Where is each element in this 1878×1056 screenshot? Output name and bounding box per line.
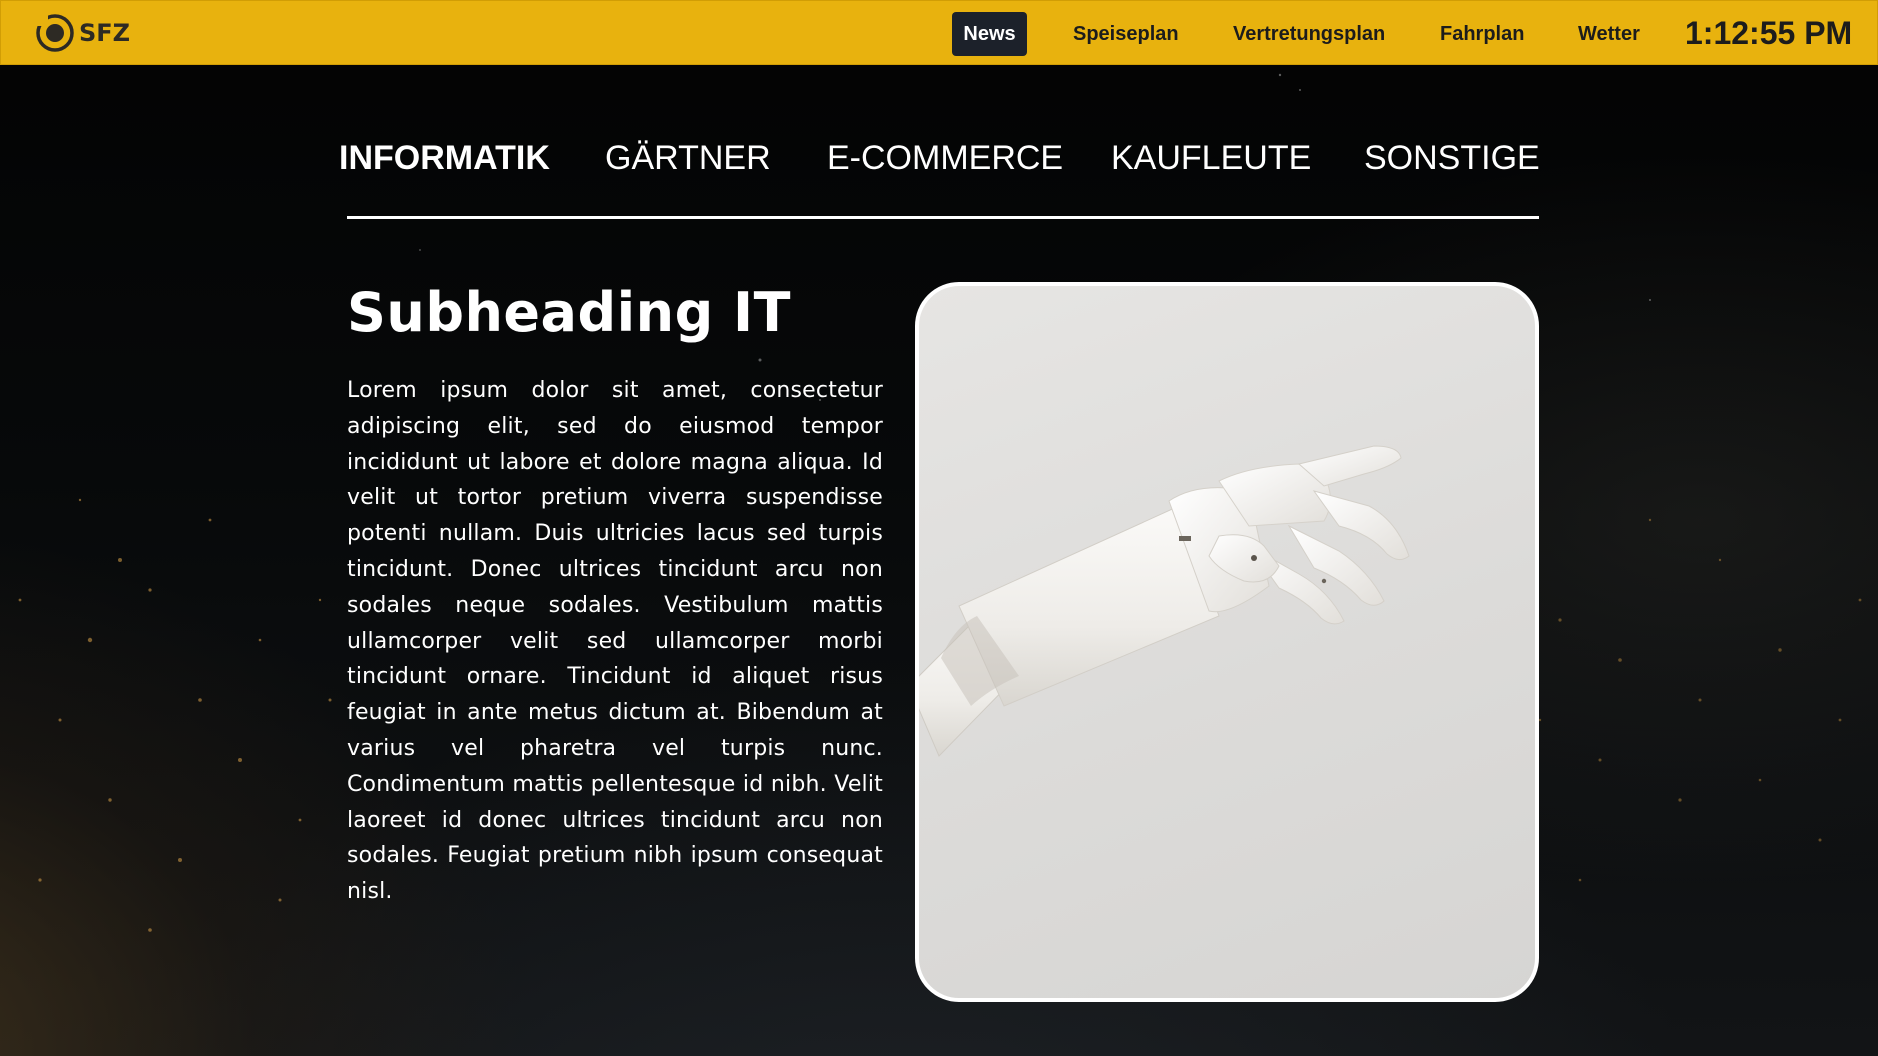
tab-kaufleute[interactable]: KAUFLEUTE [1111, 136, 1311, 180]
logo-text: SFZ [79, 19, 131, 47]
subheading: Subheading IT [347, 281, 791, 344]
body-text: Lorem ipsum dolor sit amet, consectetur … [347, 378, 883, 905]
tab-informatik[interactable]: INFORMATIK [339, 136, 550, 180]
tab-sonstige[interactable]: SONSTIGE [1364, 136, 1540, 180]
top-bar: SFZ News Speiseplan Vertretungsplan Fahr… [0, 0, 1878, 65]
nav-vertretungsplan[interactable]: Vertretungsplan [1233, 12, 1385, 56]
robot-hand-image [919, 445, 1410, 757]
nav-speiseplan[interactable]: Speiseplan [1073, 12, 1179, 56]
logo[interactable]: SFZ [34, 12, 130, 54]
nav-wetter[interactable]: Wetter [1578, 12, 1640, 56]
nav-fahrplan[interactable]: Fahrplan [1440, 12, 1524, 56]
page: SFZ News Speiseplan Vertretungsplan Fahr… [0, 0, 1878, 1056]
tab-underline-divider [347, 216, 1539, 219]
image-card [915, 282, 1539, 1002]
sfz-logo-icon [34, 12, 74, 52]
tab-e-commerce[interactable]: E-COMMERCE [827, 136, 1063, 180]
nav-news[interactable]: News [952, 12, 1027, 56]
tab-gaertner[interactable]: GÄRTNER [605, 136, 771, 180]
clock: 1:12:55 PM [1685, 15, 1853, 51]
